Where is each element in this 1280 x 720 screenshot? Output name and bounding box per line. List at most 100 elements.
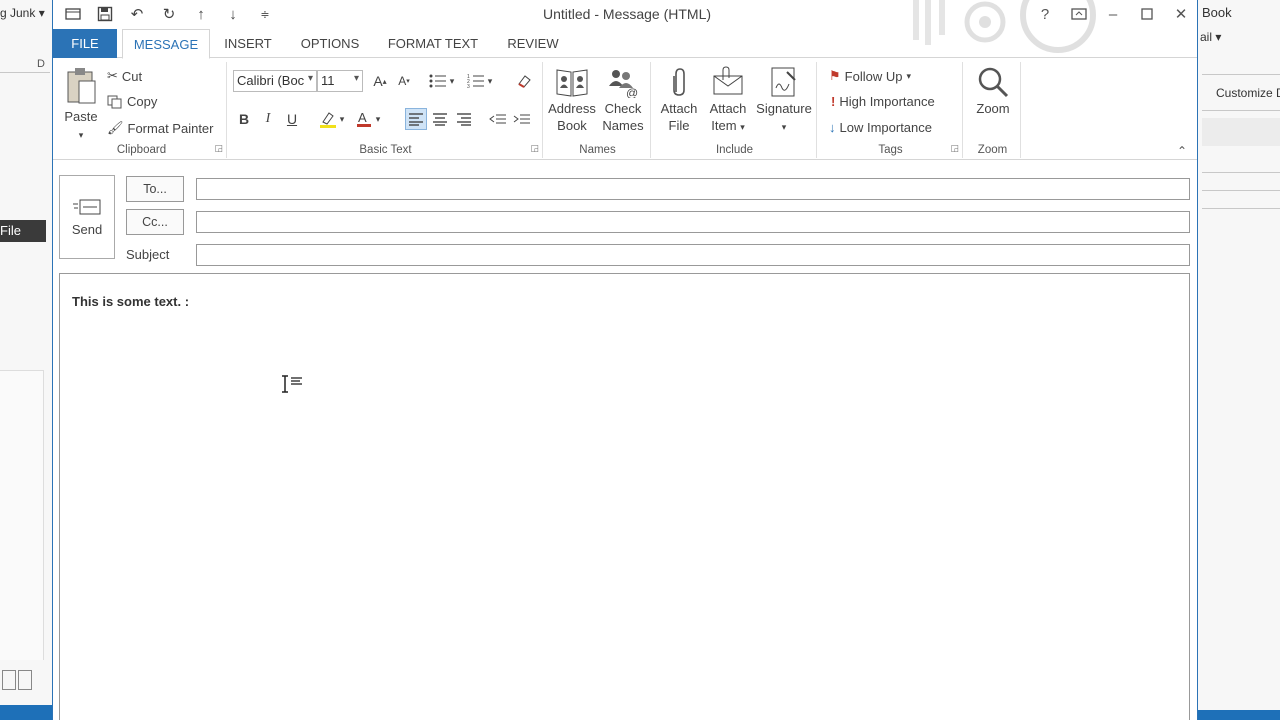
chevron-down-icon[interactable]: ▾: [485, 70, 495, 92]
background-panel: [0, 370, 44, 660]
cc-field[interactable]: [196, 211, 1190, 233]
ribbon-display-options-icon[interactable]: [1069, 3, 1089, 25]
group-label: Names: [579, 144, 616, 156]
align-right-button[interactable]: [453, 108, 475, 130]
customize-qat-icon[interactable]: ≑: [255, 4, 275, 24]
underline-button[interactable]: U: [281, 108, 303, 130]
scissors-icon: ✂: [107, 68, 118, 83]
view-icon[interactable]: [2, 670, 16, 690]
junk-menu[interactable]: g Junk ▾: [0, 6, 45, 20]
divider: [1202, 172, 1280, 173]
attach-file-button[interactable]: Attach File: [655, 66, 703, 134]
low-importance-button[interactable]: ↓ Low Importance: [829, 120, 932, 135]
cc-button[interactable]: Cc...: [126, 209, 184, 235]
paste-button[interactable]: Paste ▾: [61, 66, 101, 144]
screen: g Junk ▾ D File Book ail ▾ Customize D ↶…: [0, 0, 1280, 720]
help-icon[interactable]: ?: [1035, 3, 1055, 25]
check-names-label: Names: [602, 118, 644, 133]
font-color-button[interactable]: A: [353, 108, 375, 130]
view-icon[interactable]: [18, 670, 32, 690]
tab-options[interactable]: OPTIONS: [289, 29, 371, 58]
tab-review[interactable]: REVIEW: [497, 29, 569, 58]
group-label: Zoom: [977, 144, 1008, 156]
cut-button[interactable]: ✂ Cut: [107, 68, 142, 84]
status-bar: [0, 705, 52, 720]
align-center-icon: [433, 113, 447, 126]
chevron-down-icon: ▾: [740, 122, 745, 132]
low-importance-label: Low Importance: [839, 120, 933, 135]
to-button[interactable]: To...: [126, 176, 184, 202]
maximize-icon[interactable]: [1137, 3, 1157, 25]
divider: [1202, 208, 1280, 209]
address-book-label[interactable]: Book: [1202, 5, 1232, 20]
signature-button[interactable]: Signature ▾: [753, 66, 815, 136]
format-painter-button[interactable]: 🖌 Format Painter: [107, 120, 214, 136]
customize-label[interactable]: Customize D: [1216, 86, 1280, 100]
numbering-button[interactable]: 123: [465, 70, 487, 92]
dialog-launcher-icon[interactable]: ◲: [214, 143, 223, 154]
undo-icon[interactable]: ↶: [127, 4, 147, 24]
copy-button[interactable]: Copy: [107, 94, 157, 109]
highlight-button[interactable]: [317, 108, 339, 130]
background-selected-item[interactable]: File: [0, 220, 46, 242]
signature-icon: [771, 67, 796, 97]
to-field[interactable]: [196, 178, 1190, 200]
attach-item-label: Item: [711, 118, 737, 133]
check-names-button[interactable]: @ Check Names: [599, 66, 647, 134]
flag-icon: ⚑: [829, 68, 841, 83]
font-name-combo[interactable]: Calibri (Boc ▾: [233, 70, 317, 92]
chevron-down-icon: ▾: [353, 73, 359, 84]
message-window: ↶ ↻ ↑ ↓ ≑ Untitled - Message (HTML) ? – …: [52, 0, 1198, 720]
status-bar: [1198, 710, 1280, 720]
address-book-button[interactable]: Address Book: [547, 66, 597, 134]
tab-file[interactable]: FILE: [53, 29, 117, 58]
decrease-indent-button[interactable]: [487, 108, 509, 130]
next-item-icon[interactable]: ↓: [223, 4, 243, 24]
message-body[interactable]: This is some text. :: [59, 273, 1190, 720]
chevron-down-icon[interactable]: ▾: [447, 70, 457, 92]
names-group: Address Book @ Check Names Names: [545, 62, 651, 158]
font-size-combo[interactable]: 11 ▾: [317, 70, 363, 92]
copy-icon: [107, 95, 122, 108]
clear-formatting-button[interactable]: [513, 70, 535, 92]
chevron-down-icon[interactable]: ▾: [373, 108, 383, 130]
grow-font-button[interactable]: A ▴: [369, 70, 391, 92]
attach-item-icon: [713, 66, 743, 95]
dialog-launcher-icon[interactable]: ◲: [950, 143, 959, 154]
align-center-button[interactable]: [429, 108, 451, 130]
redo-icon[interactable]: ↻: [159, 4, 179, 24]
tab-insert[interactable]: INSERT: [215, 29, 281, 58]
mail-label: ail: [1200, 30, 1213, 44]
shrink-font-button[interactable]: A ▾: [393, 70, 415, 92]
window-menu-icon[interactable]: [63, 4, 83, 24]
minimize-icon[interactable]: –: [1103, 3, 1123, 25]
subject-field[interactable]: [196, 244, 1190, 266]
italic-button[interactable]: I: [257, 108, 279, 130]
zoom-label: Zoom: [976, 101, 1010, 116]
include-group: Attach File Attach Item ▾ Signature ▾ Inclu…: [653, 62, 817, 158]
attach-item-button[interactable]: Attach Item ▾: [705, 66, 751, 136]
bold-button[interactable]: B: [233, 108, 255, 130]
bullets-button[interactable]: [427, 70, 449, 92]
basic-text-group: Calibri (Boc ▾ 11 ▾ A ▴ A ▾ ▾ 123 ▾ B I U: [229, 62, 543, 158]
zoom-button[interactable]: Zoom: [967, 66, 1019, 117]
group-label: Include: [715, 144, 754, 156]
save-icon[interactable]: [95, 4, 115, 24]
tab-format-text[interactable]: FORMAT TEXT: [379, 29, 487, 58]
send-button[interactable]: Send: [59, 175, 115, 259]
close-icon[interactable]: ✕: [1171, 3, 1191, 25]
dialog-launcher-icon[interactable]: ◲: [530, 143, 539, 154]
increase-indent-button[interactable]: [511, 108, 533, 130]
tab-message[interactable]: MESSAGE: [122, 29, 210, 59]
previous-item-icon[interactable]: ↑: [191, 4, 211, 24]
follow-up-button[interactable]: ⚑ Follow Up ▾: [829, 68, 911, 84]
high-importance-button[interactable]: ! High Importance: [831, 94, 935, 109]
mail-menu[interactable]: ail ▾: [1200, 30, 1221, 44]
align-left-icon: [409, 113, 423, 126]
collapse-ribbon-icon[interactable]: ⌃: [1177, 144, 1187, 158]
check-names-icon: @: [609, 70, 638, 98]
align-left-button[interactable]: [405, 108, 427, 130]
divider: [1202, 74, 1280, 75]
window-controls: ? – ✕: [1035, 3, 1191, 25]
chevron-down-icon[interactable]: ▾: [337, 108, 347, 130]
